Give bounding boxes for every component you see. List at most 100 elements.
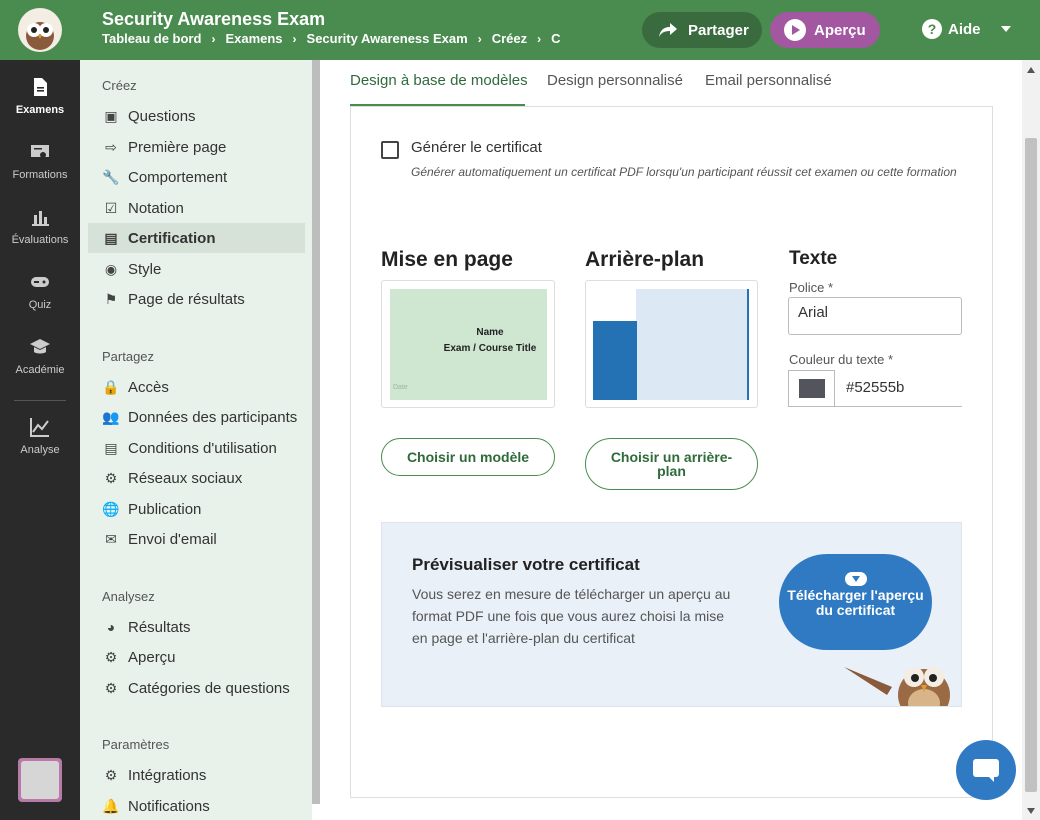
top-bar: Security Awareness Exam Tableau de bord ›… <box>0 0 1040 60</box>
choose-template-button[interactable]: Choisir un modèle <box>381 438 555 476</box>
chevron-right-icon: › <box>537 31 542 46</box>
gamepad-icon <box>31 277 49 287</box>
sidebar-item-behavior[interactable]: 🔧 Comportement <box>88 162 305 192</box>
gear-icon: ⚙ <box>104 766 118 783</box>
sidebar-item-email[interactable]: ✉ Envoi d'email <box>88 524 305 554</box>
chevron-right-icon: › <box>292 31 297 46</box>
text-color-label: Couleur du texte * <box>789 352 894 367</box>
sidebar-item-label: Publication <box>128 500 202 518</box>
rail-item-assessments[interactable]: Évaluations <box>0 207 80 246</box>
font-select[interactable]: Arial <box>788 297 962 335</box>
sidebar-item-first-page[interactable]: ⇨ Première page <box>88 132 305 162</box>
rail-item-exams[interactable]: Examens <box>0 77 80 116</box>
page-scrollbar[interactable] <box>1022 60 1040 820</box>
app-title: Security Awareness Exam <box>102 9 326 29</box>
sidebar-item-participant-data[interactable]: 👥 Données des participants <box>88 402 305 432</box>
template-preview: Name Exam / Course Title Date <box>390 289 547 400</box>
chevron-right-icon: › <box>477 31 482 46</box>
sidebar-item-label: Données des participants <box>128 408 298 426</box>
preview-button-label: Aperçu <box>814 21 866 39</box>
rail-item-quiz[interactable]: Quiz <box>0 272 80 311</box>
choose-background-button[interactable]: Choisir un arrière-plan <box>585 438 758 490</box>
breadcrumb-item-current: C <box>551 31 561 47</box>
certificate-icon <box>31 145 49 158</box>
generate-certificate-help: Générer automatiquement un certificat PD… <box>411 165 957 179</box>
document-icon: ▤ <box>104 439 118 456</box>
sidebar-section-title: Paramètres <box>102 737 170 752</box>
sidebar-item-label: Notifications <box>128 797 210 815</box>
globe-icon: 🌐 <box>102 500 120 517</box>
rail-item-analytics[interactable]: Analyse <box>0 417 80 456</box>
sidebar-item-label: Catégories de questions <box>128 679 290 697</box>
generate-certificate-label[interactable]: Générer le certificat <box>411 139 542 156</box>
background-preview-bar <box>593 321 637 400</box>
generate-certificate-checkbox[interactable] <box>381 141 399 159</box>
rail-item-academy[interactable]: Académie <box>0 337 80 376</box>
clipboard-check-icon: ☑ <box>104 199 118 216</box>
layout-thumbnail[interactable]: Name Exam / Course Title Date <box>381 280 555 408</box>
page-scrollbar-thumb[interactable] <box>1025 138 1037 792</box>
breadcrumb-item-exam[interactable]: Security Awareness Exam <box>307 31 468 46</box>
breadcrumb-item-create[interactable]: Créez <box>492 31 527 46</box>
background-heading: Arrière-plan <box>585 248 705 271</box>
owl-mascot-icon <box>844 667 950 706</box>
sidebar-item-overview[interactable]: ⚙ Aperçu <box>88 642 305 672</box>
download-preview-label: Télécharger l'aperçu du certificat <box>787 587 924 618</box>
sidebar-item-label: Notation <box>128 199 184 217</box>
sidebar-item-label: Résultats <box>128 618 191 636</box>
sidebar-item-grading[interactable]: ☑ Notation <box>88 193 305 223</box>
sidebar-item-label: Accès <box>128 378 169 396</box>
color-swatch-button[interactable] <box>788 370 835 407</box>
sidebar-item-questions[interactable]: ▣ Questions <box>88 101 305 131</box>
sidebar-item-label: Aperçu <box>128 648 176 666</box>
owl-avatar-icon <box>21 761 59 799</box>
tab-custom-design[interactable]: Design personnalisé <box>547 72 683 89</box>
rail-item-trainings[interactable]: Formations <box>0 142 80 181</box>
sidebar-item-publication[interactable]: 🌐 Publication <box>88 494 305 524</box>
breadcrumb-item-dashboard[interactable]: Tableau de bord <box>102 31 201 46</box>
sidebar-item-label: Page de résultats <box>128 290 245 308</box>
palette-icon: ◉ <box>104 260 118 277</box>
sidebar-item-integrations[interactable]: ⚙ Intégrations <box>88 760 305 790</box>
main-nav-rail: Examens Formations Évaluations Quiz Acad… <box>0 60 80 820</box>
sidebar-scrollbar[interactable] <box>312 60 320 804</box>
sidebar-item-results-page[interactable]: ⚑ Page de résultats <box>88 284 305 314</box>
flag-icon: ⚑ <box>104 290 118 307</box>
sidebar-item-label: Style <box>128 260 162 278</box>
background-thumbnail[interactable] <box>585 280 758 408</box>
color-swatch <box>799 379 825 398</box>
sidebar-item-question-categories[interactable]: ⚙ Catégories de questions <box>88 673 305 703</box>
sidebar-item-results[interactable]: ◕ Résultats <box>88 612 305 642</box>
text-color-value[interactable]: #52555b <box>846 379 904 396</box>
sidebar-item-certification[interactable]: ▤ Certification <box>88 223 305 253</box>
rail-item-label: Évaluations <box>11 234 69 246</box>
sidebar-item-social[interactable]: ⚙ Réseaux sociaux <box>88 463 305 493</box>
chat-button[interactable] <box>956 740 1016 800</box>
layout-heading: Mise en page <box>381 248 513 271</box>
lock-icon: 🔒 <box>102 378 120 395</box>
sidebar-item-access[interactable]: 🔒 Accès <box>88 372 305 402</box>
scroll-down-arrow-icon[interactable] <box>1027 808 1035 814</box>
tab-template-design[interactable]: Design à base de modèles <box>350 72 528 89</box>
breadcrumb-item-exams[interactable]: Examens <box>225 31 282 46</box>
download-preview-button[interactable]: Télécharger l'aperçu du certificat <box>779 554 932 650</box>
users-icon: 👥 <box>102 408 120 425</box>
scroll-up-arrow-icon[interactable] <box>1027 67 1035 73</box>
preview-button[interactable]: Aperçu <box>770 12 880 48</box>
font-label: Police * <box>789 280 834 295</box>
text-color-field[interactable]: #52555b <box>788 370 962 407</box>
sidebar-section-title: Partagez <box>102 349 155 364</box>
sidebar-item-style[interactable]: ◉ Style <box>88 254 305 284</box>
help-menu[interactable]: ? Aide <box>922 19 1011 39</box>
share-button[interactable]: Partager <box>642 12 762 48</box>
owl-logo[interactable] <box>18 8 62 52</box>
user-avatar[interactable] <box>18 758 62 802</box>
preview-description: Vous serez en mesure de télécharger un a… <box>412 586 731 646</box>
wrench-icon: 🔧 <box>102 168 120 185</box>
bell-icon: 🔔 <box>102 797 120 814</box>
sidebar-item-terms[interactable]: ▤ Conditions d'utilisation <box>88 433 305 463</box>
sidebar-item-notifications[interactable]: 🔔 Notifications <box>88 791 305 820</box>
share-button-label: Partager <box>688 21 749 39</box>
tab-custom-email[interactable]: Email personnalisé <box>705 72 832 89</box>
sidebar-item-label: Envoi d'email <box>128 530 217 548</box>
